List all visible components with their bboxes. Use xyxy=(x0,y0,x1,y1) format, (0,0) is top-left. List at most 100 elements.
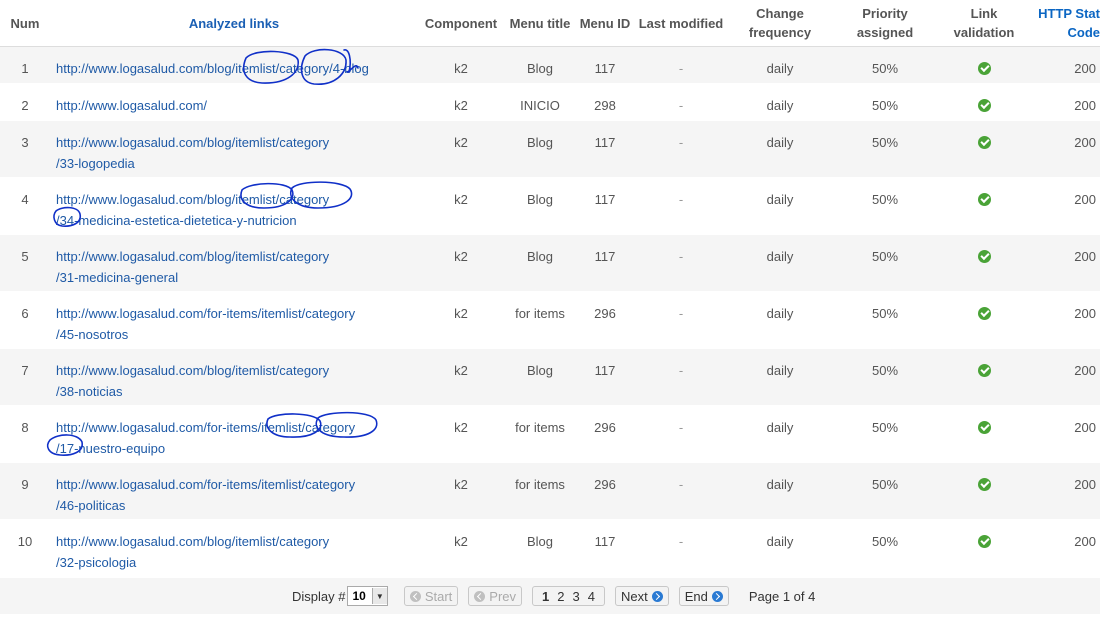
component-cell: k2 xyxy=(418,348,504,406)
priority-cell: 50% xyxy=(832,83,938,121)
analyzed-link-cell: http://www.logasalud.com/blog/itemlist/c… xyxy=(50,234,418,292)
analyzed-link[interactable]: http://www.logasalud.com/for-items/iteml… xyxy=(56,420,355,456)
link-text-line2: /17-nuestro-equipo xyxy=(56,441,166,456)
header-component: Component xyxy=(418,0,504,47)
component-cell: k2 xyxy=(418,291,504,349)
header-change-frequency: Change frequency xyxy=(728,0,832,47)
row-num: 10 xyxy=(0,519,50,577)
analyzed-link[interactable]: http://www.logasalud.com/blog/itemlist/c… xyxy=(56,61,369,76)
analyzed-link-cell: http://www.logasalud.com/blog/itemlist/c… xyxy=(50,519,418,577)
start-label: Start xyxy=(424,588,453,604)
link-text-line2: /31-medicina-general xyxy=(56,270,179,285)
analyzed-link-cell: http://www.logasalud.com/blog/itemlist/c… xyxy=(50,348,418,406)
link-validation-cell xyxy=(938,519,1030,577)
table-row: 9 http://www.logasalud.com/for-items/item… xyxy=(0,462,1100,520)
change-frequency-cell: daily xyxy=(728,120,832,178)
row-num: 3 xyxy=(0,120,50,178)
menu-id-cell: 117 xyxy=(576,519,634,577)
http-code-cell: 200 xyxy=(1030,405,1100,463)
check-circle-icon xyxy=(977,192,991,206)
link-validation-cell xyxy=(938,462,1030,520)
check-circle-icon xyxy=(977,477,991,491)
menu-id-cell: 117 xyxy=(576,234,634,292)
link-text-line1: http://www.logasalud.com/for-items/iteml… xyxy=(56,420,356,435)
analyzed-link-cell: http://www.logasalud.com/blog/itemlist/c… xyxy=(50,46,418,84)
check-circle-icon xyxy=(977,61,991,75)
check-circle-icon xyxy=(977,135,991,149)
check-circle-icon xyxy=(977,534,991,548)
link-text-line1: http://www.logasalud.com/blog/itemlist/c… xyxy=(56,61,369,76)
menu-id-cell: 117 xyxy=(576,46,634,84)
header-http-code[interactable]: HTTP Stat Code xyxy=(1030,0,1100,47)
analyzed-link[interactable]: http://www.logasalud.com/for-items/iteml… xyxy=(56,477,355,513)
page-link-2[interactable]: 2 xyxy=(553,589,568,604)
header-analyzed-links[interactable]: Analyzed links xyxy=(50,0,418,47)
analyzed-link-cell: http://www.logasalud.com/blog/itemlist/c… xyxy=(50,120,418,178)
change-frequency-cell: daily xyxy=(728,46,832,84)
component-cell: k2 xyxy=(418,519,504,577)
analyzed-link[interactable]: http://www.logasalud.com/blog/itemlist/c… xyxy=(56,249,329,285)
last-modified-cell: - xyxy=(634,83,728,121)
menu-title-cell: for items xyxy=(504,291,576,349)
change-frequency-cell: daily xyxy=(728,234,832,292)
menu-id-cell: 117 xyxy=(576,177,634,235)
dropdown-arrow-icon[interactable]: ▼ xyxy=(371,588,387,604)
link-validation-cell xyxy=(938,291,1030,349)
display-label: Display # xyxy=(292,588,346,604)
analyzed-link[interactable]: http://www.logasalud.com/ xyxy=(56,98,207,113)
check-circle-icon xyxy=(977,249,991,263)
last-modified-cell: - xyxy=(634,462,728,520)
component-cell: k2 xyxy=(418,462,504,520)
analyzed-link[interactable]: http://www.logasalud.com/blog/itemlist/c… xyxy=(56,534,329,570)
last-modified-cell: - xyxy=(634,234,728,292)
display-count-select[interactable]: 10 ▼ xyxy=(347,586,388,606)
end-button[interactable]: End xyxy=(678,586,729,606)
header-priority: Priority assigned xyxy=(832,0,938,47)
priority-cell: 50% xyxy=(832,46,938,84)
header-num[interactable]: Num xyxy=(0,0,50,47)
last-modified-cell: - xyxy=(634,120,728,178)
analyzed-link[interactable]: http://www.logasalud.com/for-items/iteml… xyxy=(56,306,355,342)
analyzed-link[interactable]: http://www.logasalud.com/blog/itemlist/c… xyxy=(56,363,329,399)
change-frequency-cell: daily xyxy=(728,462,832,520)
link-text-line1: http://www.logasalud.com/ xyxy=(56,98,208,113)
http-code-cell: 200 xyxy=(1030,348,1100,406)
http-code-cell: 200 xyxy=(1030,46,1100,84)
start-button[interactable]: Start xyxy=(403,586,459,606)
page-link-1[interactable]: 1 xyxy=(538,589,553,604)
prev-button[interactable]: Prev xyxy=(468,586,523,606)
page-link-4[interactable]: 4 xyxy=(584,589,599,604)
priority-cell: 50% xyxy=(832,462,938,520)
table-row: 1 http://www.logasalud.com/blog/itemlist/… xyxy=(0,46,1100,84)
component-cell: k2 xyxy=(418,177,504,235)
table-row: 3 http://www.logasalud.com/blog/itemlist/… xyxy=(0,120,1100,178)
table-row: 8 http://www.logasalud.com/for-items/item… xyxy=(0,405,1100,463)
next-button[interactable]: Next xyxy=(614,586,669,606)
row-num: 9 xyxy=(0,462,50,520)
analyzed-link[interactable]: http://www.logasalud.com/blog/itemlist/c… xyxy=(56,192,329,228)
display-count-value: 10 xyxy=(352,589,366,603)
http-code-cell: 200 xyxy=(1030,519,1100,577)
menu-title-cell: Blog xyxy=(504,46,576,84)
analyzed-link[interactable]: http://www.logasalud.com/blog/itemlist/c… xyxy=(56,135,329,171)
table-row: 2 http://www.logasalud.com/k2 INICIO 298- da… xyxy=(0,83,1100,121)
link-text-line1: http://www.logasalud.com/for-items/iteml… xyxy=(56,306,356,321)
page-info: Page 1 of 4 xyxy=(748,588,816,604)
prev-label: Prev xyxy=(489,588,517,604)
menu-title-cell: Blog xyxy=(504,348,576,406)
link-text-line1: http://www.logasalud.com/blog/itemlist/c… xyxy=(56,534,330,549)
next-label: Next xyxy=(620,588,648,604)
last-modified-cell: - xyxy=(634,519,728,577)
page-link-3[interactable]: 3 xyxy=(569,589,584,604)
http-code-cell: 200 xyxy=(1030,291,1100,349)
change-frequency-cell: daily xyxy=(728,405,832,463)
priority-cell: 50% xyxy=(832,291,938,349)
link-text-line1: http://www.logasalud.com/for-items/iteml… xyxy=(56,477,356,492)
menu-title-cell: Blog xyxy=(504,519,576,577)
check-circle-icon xyxy=(977,98,991,112)
link-validation-cell xyxy=(938,405,1030,463)
analyzed-link-cell: http://www.logasalud.com/ xyxy=(50,83,418,121)
header-menu-title: Menu title xyxy=(504,0,576,47)
menu-id-cell: 296 xyxy=(576,462,634,520)
menu-id-cell: 296 xyxy=(576,291,634,349)
